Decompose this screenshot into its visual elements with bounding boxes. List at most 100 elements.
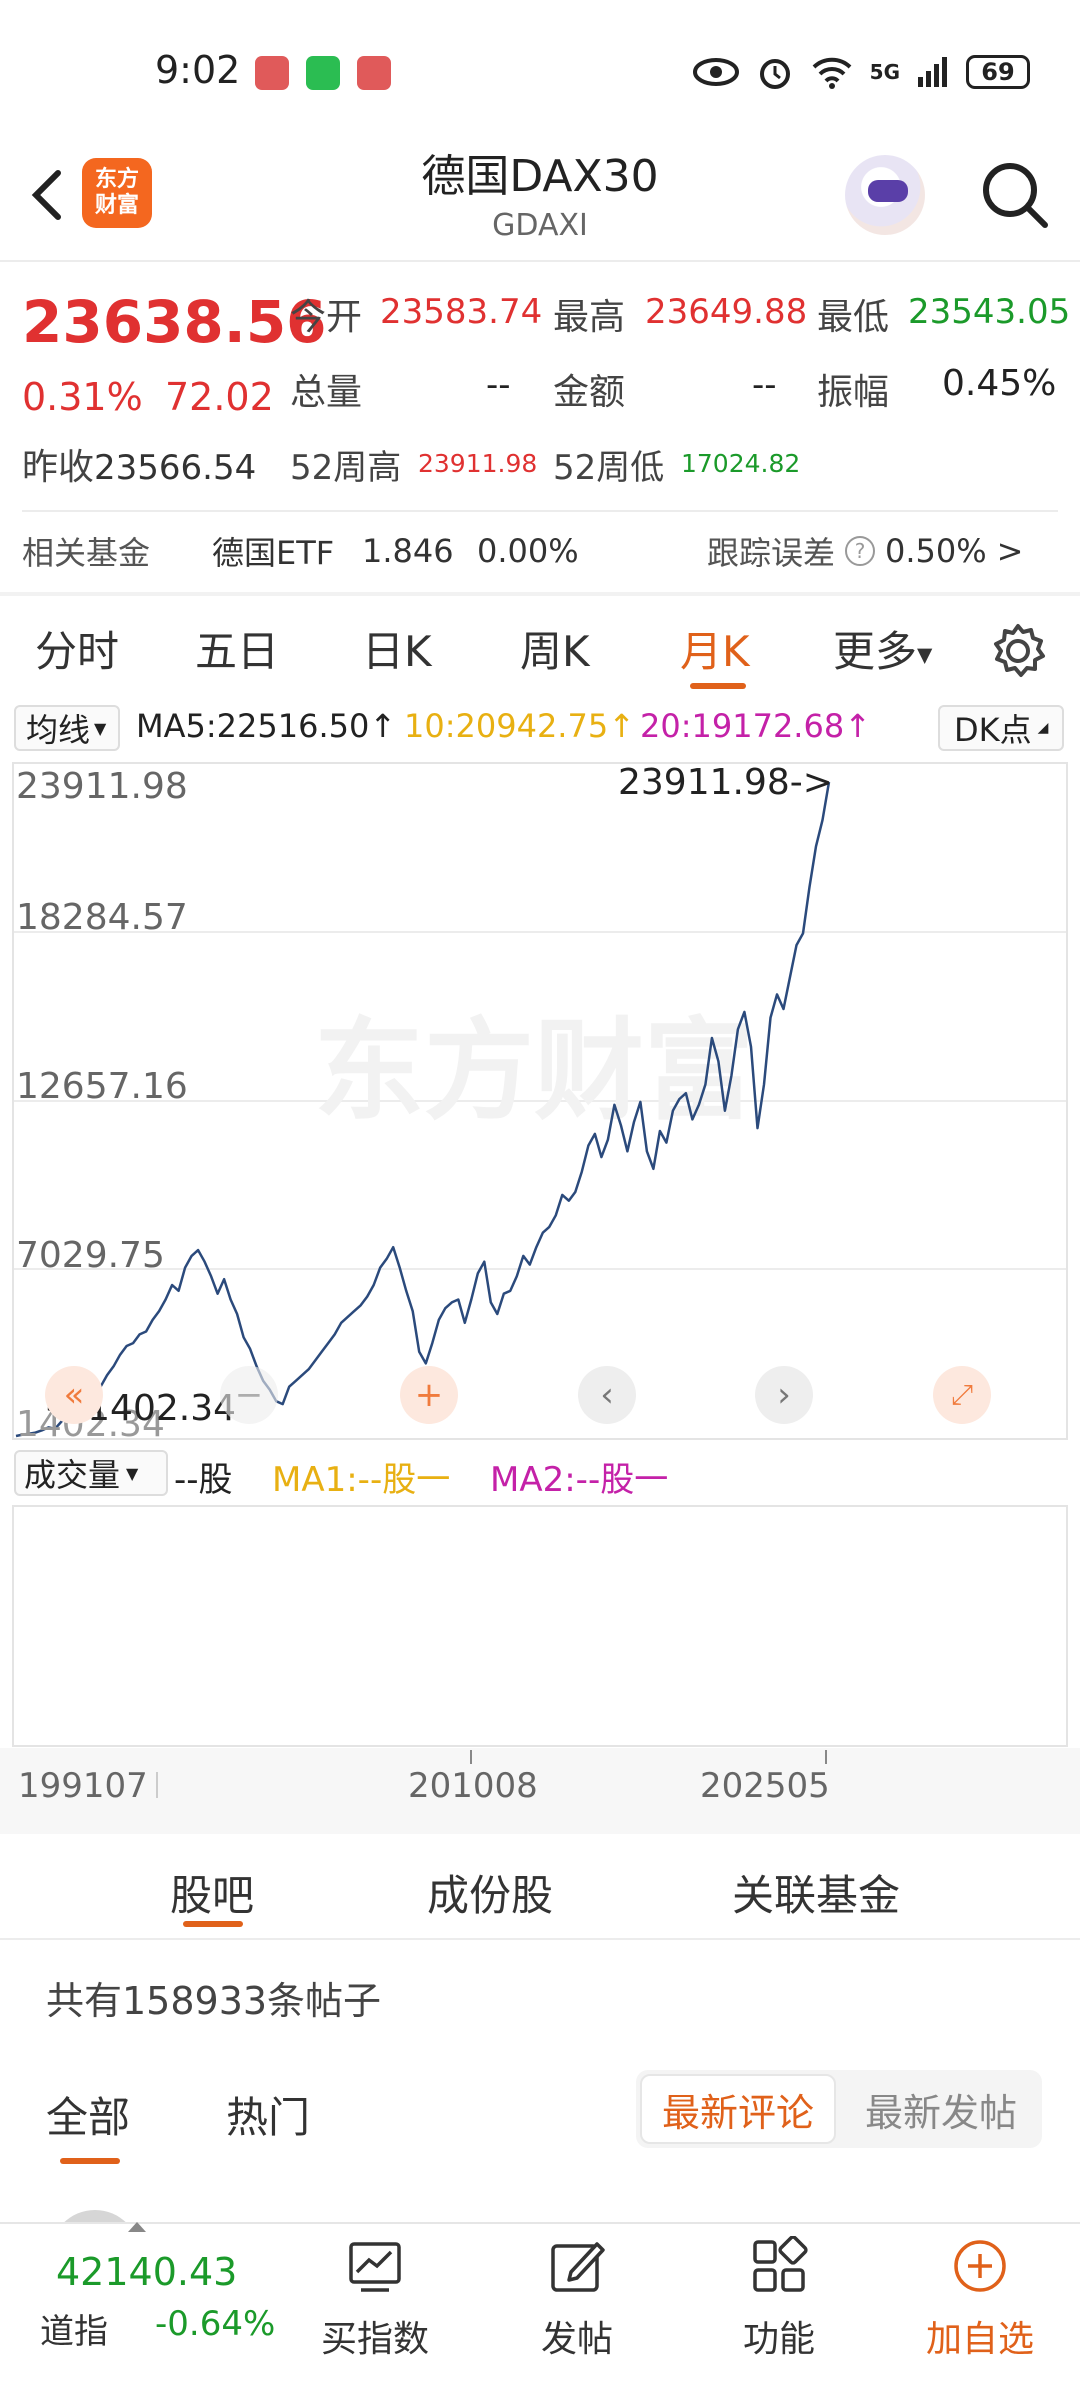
tab-related-funds[interactable]: 关联基金 xyxy=(732,1862,900,1923)
header-divider xyxy=(0,260,1080,262)
y-tick-label: 7029.75 xyxy=(16,1235,165,1276)
network-type: 5G xyxy=(869,60,900,84)
ma20-value: 20:19172.68↑ xyxy=(640,707,871,745)
tab-five-day[interactable]: 五日 xyxy=(195,618,279,679)
settings-gear-icon[interactable] xyxy=(985,618,1051,684)
tab-underline xyxy=(690,683,746,689)
y-tick-label: 23911.98 xyxy=(16,766,188,807)
zoom-out-icon[interactable]: − xyxy=(220,1366,278,1424)
related-fund-row[interactable]: 相关基金 德国ETF 1.846 0.00% 跟踪误差 ? 0.50% > xyxy=(22,528,1058,574)
x-tick-label: 199107 xyxy=(18,1766,148,1806)
amount-label: 金额 xyxy=(553,372,626,413)
y-tick-label: 12657.16 xyxy=(16,1066,188,1107)
fund-price: 1.846 xyxy=(362,532,454,570)
tracking-label: 跟踪误差 xyxy=(707,534,836,572)
x-tick-label: 201008 xyxy=(408,1766,538,1806)
volume-chart xyxy=(12,1505,1068,1747)
search-icon[interactable] xyxy=(975,155,1055,235)
battery-icon: 69 xyxy=(966,55,1030,89)
filter-hot[interactable]: 热门 xyxy=(226,2084,310,2145)
ma10-value: 10:20942.75↑ xyxy=(404,707,635,745)
tab-intraday[interactable]: 分时 xyxy=(35,618,119,679)
tab-monthly-k[interactable]: 月K xyxy=(680,618,750,679)
x-tick-label: 202505 xyxy=(700,1766,830,1806)
dk-point-button[interactable]: DK点 ◢ xyxy=(938,705,1064,751)
low52-value: 17024.82 xyxy=(681,449,801,478)
ma-select[interactable]: 均线 ▼ xyxy=(14,705,120,751)
filter-all[interactable]: 全部 xyxy=(46,2084,130,2145)
tab-more-label: 更多 xyxy=(833,627,918,676)
volume-label: 总量 xyxy=(290,372,363,413)
change-amount: 72.02 xyxy=(165,375,274,419)
x-tick-mark xyxy=(825,1750,827,1764)
ma5-value: MA5:22516.50↑ xyxy=(136,707,397,745)
caret-down-icon: ▼ xyxy=(917,642,933,667)
quote-divider xyxy=(22,510,1058,512)
caret-down-icon: ▼ xyxy=(126,1463,139,1483)
low-value: 23543.05 xyxy=(908,292,1071,332)
dow-index-name: 道指 xyxy=(40,2312,108,2352)
functions-button[interactable]: 功能 xyxy=(704,2232,854,2382)
grid-apps-icon xyxy=(753,2236,808,2292)
functions-label: 功能 xyxy=(742,2319,815,2360)
low52-label: 52周低 xyxy=(553,448,665,488)
dow-index-value[interactable]: 42140.43 xyxy=(56,2250,237,2294)
alarm-icon xyxy=(759,59,790,89)
sort-latest-post[interactable]: 最新发帖 xyxy=(846,2074,1036,2144)
section-tab-underline xyxy=(183,1921,243,1927)
buy-index-button[interactable]: 买指数 xyxy=(300,2232,450,2382)
prev-close-value: 23566.54 xyxy=(94,448,257,488)
high-label: 最高 xyxy=(553,297,626,338)
post-button[interactable]: 发帖 xyxy=(502,2232,652,2382)
add-watchlist-button[interactable]: 加自选 xyxy=(905,2232,1055,2382)
chevron-right-icon[interactable]: › xyxy=(755,1366,813,1424)
post-count: 共有158933条帖子 xyxy=(46,1979,382,2023)
high52-label: 52周高 xyxy=(290,448,402,488)
volume-ma2: MA2:--股一 xyxy=(490,1460,669,1500)
fund-name: 德国ETF xyxy=(212,534,335,572)
amplitude-value: 0.45% xyxy=(942,363,1057,404)
sort-latest-comment[interactable]: 最新评论 xyxy=(640,2074,836,2144)
x-tick-mark xyxy=(470,1750,472,1764)
open-label: 今开 xyxy=(290,297,363,338)
fund-label: 相关基金 xyxy=(22,534,151,572)
filter-underline xyxy=(60,2158,120,2164)
ma-select-label: 均线 xyxy=(26,711,91,749)
status-time: 9:02 xyxy=(155,48,241,92)
dk-label: DK点 xyxy=(954,711,1032,749)
chevron-left-icon[interactable]: ‹ xyxy=(578,1366,636,1424)
tracking-value: 0.50% xyxy=(885,532,987,570)
post-label: 发帖 xyxy=(540,2319,613,2360)
fullscreen-icon[interactable]: ⤢ xyxy=(933,1366,991,1424)
caret-up-icon[interactable] xyxy=(128,2222,146,2232)
add-circle-icon xyxy=(954,2240,1006,2292)
amplitude-label: 振幅 xyxy=(817,372,890,413)
buy-index-label: 买指数 xyxy=(320,2319,429,2360)
status-icons: 5G 69 xyxy=(692,52,1030,92)
tab-constituents[interactable]: 成份股 xyxy=(427,1862,553,1923)
prev-close: 昨收23566.54 xyxy=(22,438,256,490)
volume-select[interactable]: 成交量 ▼ xyxy=(14,1450,168,1496)
prev-close-label: 昨收 xyxy=(22,447,95,488)
section-divider xyxy=(0,592,1080,596)
section-divider xyxy=(0,1938,1080,1940)
tab-more[interactable]: 更多▼ xyxy=(833,618,932,679)
zoom-in-icon[interactable]: + xyxy=(400,1366,458,1424)
tab-weekly-k[interactable]: 周K xyxy=(520,618,590,679)
tab-guba[interactable]: 股吧 xyxy=(170,1862,254,1923)
volume-select-label: 成交量 xyxy=(24,1456,121,1494)
corner-icon: ◢ xyxy=(1037,720,1049,736)
rewind-icon[interactable]: « xyxy=(45,1366,103,1424)
fund-change: 0.00% xyxy=(477,532,579,570)
high52-value: 23911.98 xyxy=(418,449,538,478)
y-tick-label: 18284.57 xyxy=(16,897,188,938)
open-value: 23583.74 xyxy=(380,292,543,332)
low-label: 最低 xyxy=(817,297,890,338)
volume-unit: --股 xyxy=(174,1460,233,1500)
book-app-icon xyxy=(255,56,289,90)
x-scroll-marker xyxy=(156,1772,158,1798)
help-icon[interactable]: ? xyxy=(845,536,876,566)
tab-daily-k[interactable]: 日K xyxy=(362,618,432,679)
robot-face-icon xyxy=(868,180,908,202)
edit-icon xyxy=(551,2242,605,2292)
